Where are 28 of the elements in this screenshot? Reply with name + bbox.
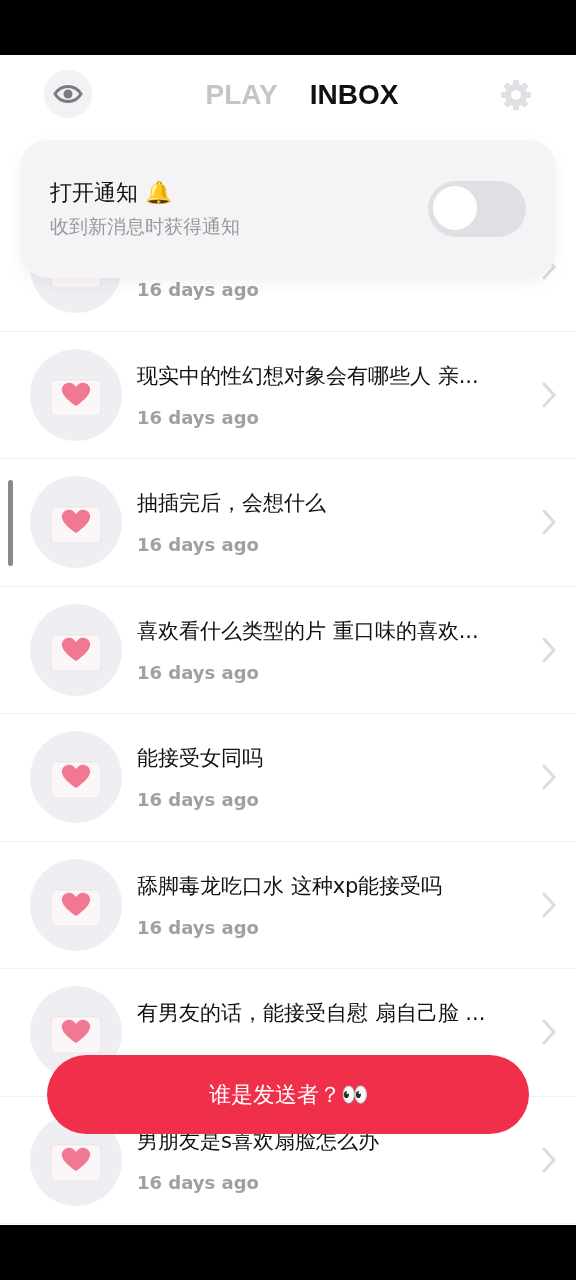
message-time: 16 days ago bbox=[137, 534, 260, 556]
chevron-icon bbox=[542, 381, 556, 408]
message-text: 有男友的话，能接受自慰 扇自己脸 ... bbox=[137, 1000, 487, 1028]
chevron-icon bbox=[542, 636, 556, 663]
notification-subtitle: 收到新消息时获得通知 bbox=[50, 214, 240, 239]
eye-icon bbox=[53, 84, 83, 104]
message-text: 喜欢看什么类型的片 重口味的喜欢... bbox=[137, 617, 480, 645]
chevron-icon bbox=[542, 891, 556, 918]
reveal-sender-button[interactable]: 谁是发送者？👀 bbox=[47, 1055, 529, 1134]
message-time: 16 days ago bbox=[137, 406, 260, 428]
message-text: 舔脚毒龙吃口水 这种xp能接受吗 bbox=[137, 872, 444, 900]
tab[interactable]: INBOX bbox=[309, 79, 399, 111]
chevron-icon bbox=[542, 1146, 556, 1173]
chevron-icon bbox=[542, 1019, 556, 1046]
message-time: 16 days ago bbox=[137, 789, 260, 811]
message-time: 16 days ago bbox=[137, 279, 260, 301]
chevron-icon bbox=[542, 764, 556, 791]
message-time: 16 days ago bbox=[137, 916, 260, 938]
message-text: 抽插完后，会想什么 bbox=[137, 490, 327, 518]
chevron-icon bbox=[542, 509, 556, 536]
notification-toggle[interactable] bbox=[428, 181, 526, 237]
message-time: 16 days ago bbox=[137, 661, 260, 683]
message-text: 现实中的性幻想对象会有哪些人 亲... bbox=[137, 362, 480, 390]
message-text: 能接受女同吗 bbox=[137, 745, 264, 773]
settings-icon[interactable] bbox=[500, 79, 532, 111]
notification-title: 打开通知 🔔 bbox=[50, 179, 173, 207]
eye-button[interactable] bbox=[44, 70, 92, 118]
message-time: 16 days ago bbox=[137, 1171, 260, 1193]
